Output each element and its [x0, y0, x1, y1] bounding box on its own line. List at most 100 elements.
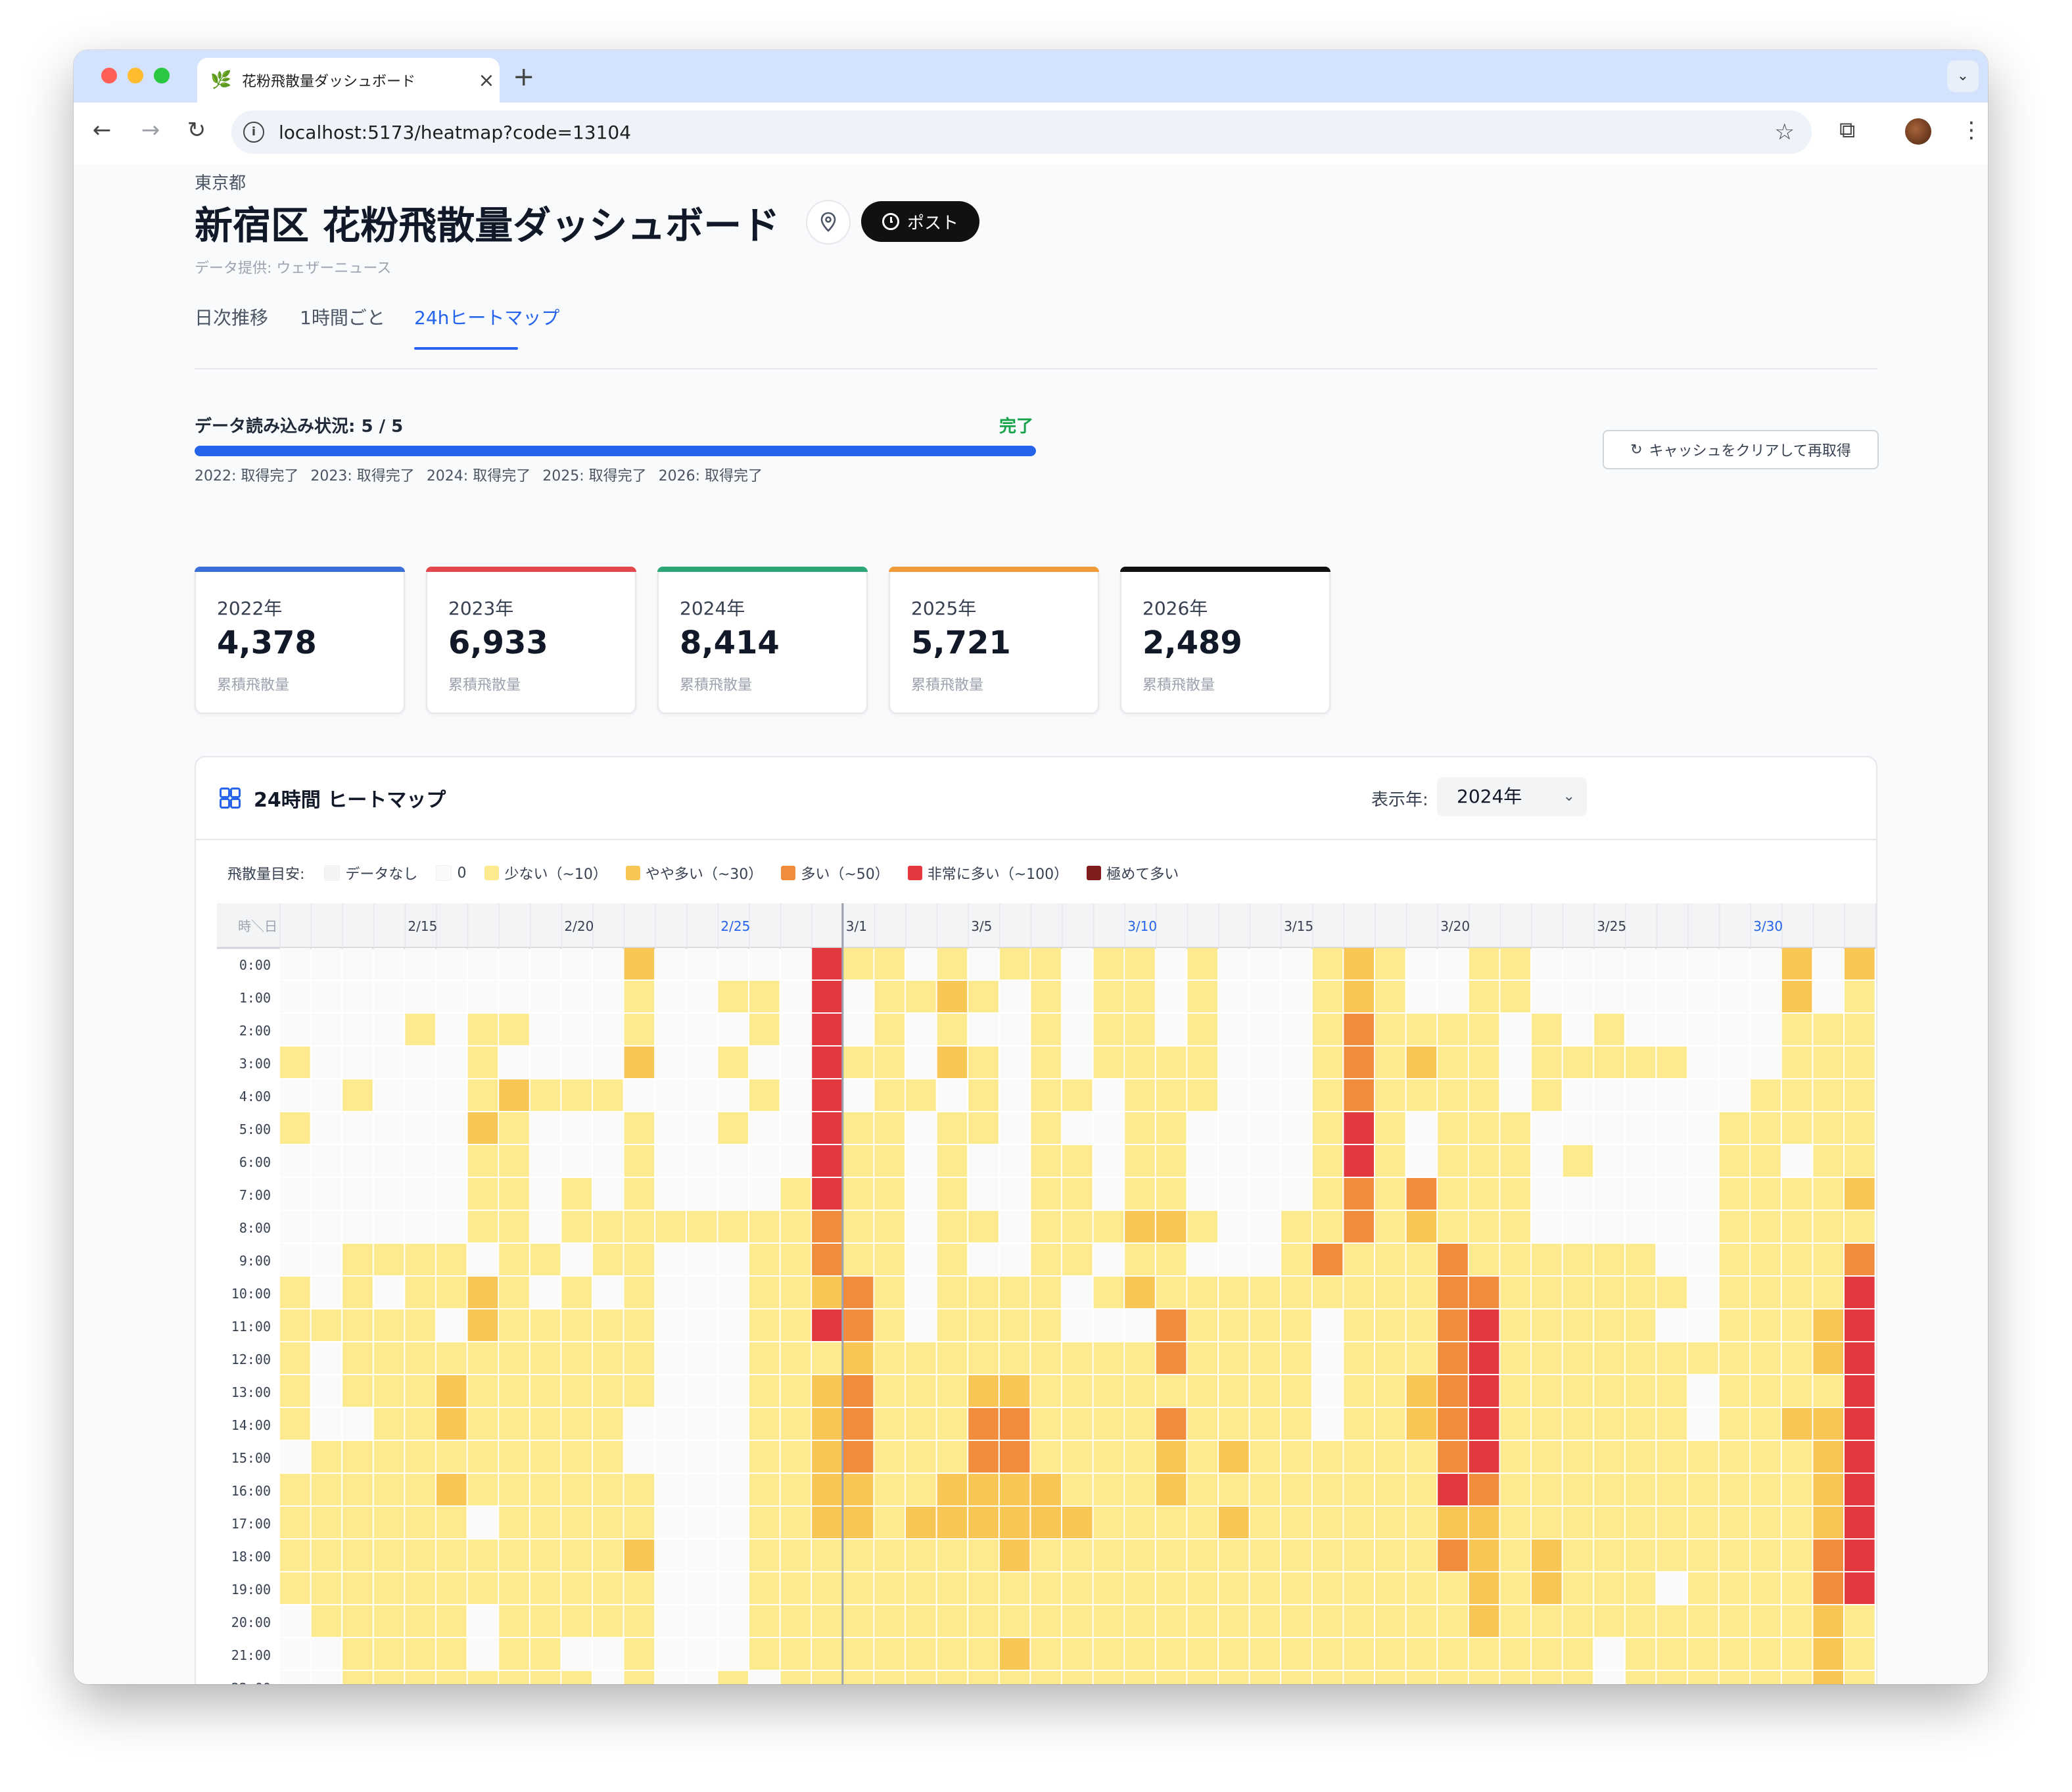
- reload-icon[interactable]: ↻: [180, 117, 213, 143]
- heatmap-cell: [906, 1112, 936, 1144]
- heatmap-cell: [1813, 1408, 1843, 1440]
- heatmap-cell: [1375, 1540, 1405, 1571]
- bookmark-star-icon[interactable]: ☆: [1775, 119, 1795, 145]
- heatmap-cell: [499, 1079, 529, 1111]
- heatmap-cell: [1781, 981, 1812, 1012]
- heatmap-cell: [499, 1309, 529, 1341]
- heatmap-cell: [1500, 1178, 1530, 1210]
- heatmap-cell: [280, 1079, 310, 1111]
- y-hour-label: 17:00: [231, 1516, 271, 1532]
- heatmap-cell: [999, 1540, 1030, 1571]
- heatmap-cell: [1438, 1047, 1468, 1078]
- heatmap-cell: [1406, 1342, 1437, 1374]
- heatmap-cell: [1469, 1145, 1499, 1177]
- heatmap-cell: [499, 1145, 529, 1177]
- heatmap-cell: [1625, 1211, 1656, 1242]
- heatmap-cell: [561, 1014, 592, 1045]
- tab-24h-heatmap[interactable]: 24hヒートマップ: [414, 304, 559, 330]
- minimize-window-icon[interactable]: [128, 68, 143, 83]
- heatmap-cell: [1406, 948, 1437, 979]
- heatmap-cell: [1688, 1145, 1718, 1177]
- heatmap-cell: [311, 1605, 342, 1637]
- heatmap-cell: [843, 1441, 874, 1473]
- heatmap-cell: [280, 1605, 310, 1637]
- heatmap-cell: [405, 1178, 435, 1210]
- heatmap-cell: [1125, 981, 1155, 1012]
- new-tab-icon[interactable]: +: [513, 62, 535, 92]
- heatmap-cell: [1500, 1342, 1530, 1374]
- heatmap-cell: [1375, 1408, 1405, 1440]
- heatmap-cell: [1563, 1047, 1593, 1078]
- heatmap-cell: [718, 1540, 748, 1571]
- heatmap-cell: [1062, 1112, 1093, 1144]
- heatmap-cell: [874, 1441, 905, 1473]
- avatar[interactable]: [1905, 118, 1931, 145]
- clear-cache-refetch-button[interactable]: ↻ キャッシュをクリアして再取得: [1603, 430, 1879, 469]
- heatmap-cell: [874, 1079, 905, 1111]
- menu-kebab-icon[interactable]: ⋮: [1960, 117, 1983, 143]
- heatmap-cell: [373, 1112, 404, 1144]
- heatmap-cell: [1062, 1671, 1093, 1684]
- heatmap-cell: [812, 1145, 842, 1177]
- heatmap-cell: [530, 1572, 561, 1604]
- tab-hourly[interactable]: 1時間ごと: [300, 304, 385, 330]
- heatmap-cell: [812, 1408, 842, 1440]
- heatmap-cell: [1281, 1342, 1311, 1374]
- location-button[interactable]: [806, 200, 851, 245]
- heatmap-cell: [968, 1178, 999, 1210]
- heatmap-cell: [1751, 981, 1781, 1012]
- heatmap-cell: [1438, 1572, 1468, 1604]
- heatmap-cell: [561, 1079, 592, 1111]
- heatmap-cell: [311, 1309, 342, 1341]
- heatmap-cell: [342, 1277, 373, 1308]
- heatmap-cell: [1781, 1309, 1812, 1341]
- site-info-icon[interactable]: i: [243, 122, 264, 143]
- post-button[interactable]: ポスト: [861, 201, 979, 242]
- forward-icon[interactable]: →: [134, 117, 167, 143]
- heatmap-cell: [1532, 1178, 1562, 1210]
- heatmap-cell: [686, 1277, 717, 1308]
- heatmap-cell: [906, 1507, 936, 1538]
- heatmap-cell: [373, 948, 404, 979]
- extensions-icon[interactable]: ⧉: [1839, 117, 1855, 143]
- heatmap-cell: [874, 981, 905, 1012]
- heatmap-cell: [405, 1408, 435, 1440]
- heatmap-cell: [561, 1309, 592, 1341]
- tab-search-icon[interactable]: ⌄: [1947, 60, 1979, 92]
- heatmap-cell: [1845, 1474, 1875, 1505]
- heatmap-cell: [467, 1309, 498, 1341]
- address-bar[interactable]: i localhost:5173/heatmap?code=13104 ☆: [231, 110, 1812, 154]
- year-status-item: 2024: 取得完了: [426, 468, 531, 484]
- heatmap-cell: [530, 1014, 561, 1045]
- heatmap-cell: [780, 1572, 811, 1604]
- x-tick-label: 3/1: [846, 918, 867, 934]
- heatmap-cell: [655, 1605, 686, 1637]
- url-text[interactable]: localhost:5173/heatmap?code=13104: [279, 122, 1775, 143]
- heatmap-cell: [1625, 1342, 1656, 1374]
- heatmap-cell: [686, 948, 717, 979]
- heatmap-cell: [530, 1342, 561, 1374]
- heatmap-cell: [1093, 981, 1124, 1012]
- heatmap-cell: [874, 1178, 905, 1210]
- close-tab-icon[interactable]: ×: [473, 69, 500, 92]
- tab-daily[interactable]: 日次推移: [195, 304, 268, 330]
- heatmap-cell: [1657, 1244, 1687, 1275]
- close-window-icon[interactable]: [101, 68, 117, 83]
- heatmap-cell: [593, 1145, 623, 1177]
- heatmap-cell: [1125, 1244, 1155, 1275]
- back-icon[interactable]: ←: [85, 117, 118, 143]
- heatmap-cell: [1469, 948, 1499, 979]
- heatmap-cell: [655, 1572, 686, 1604]
- heatmap-cell: [1219, 1342, 1249, 1374]
- heatmap-cell: [1845, 1540, 1875, 1571]
- maximize-window-icon[interactable]: [154, 68, 170, 83]
- heatmap-cell: [1813, 1441, 1843, 1473]
- heatmap-cell: [1688, 1671, 1718, 1684]
- heatmap-cell: [1594, 1047, 1624, 1078]
- heatmap-cell: [1845, 1507, 1875, 1538]
- heatmap-cell: [1438, 1474, 1468, 1505]
- heatmap-cell: [749, 1342, 780, 1374]
- heatmap-cell: [405, 1441, 435, 1473]
- heatmap-cell: [1062, 948, 1093, 979]
- browser-tab[interactable]: 🌿 花粉飛散量ダッシュボード ×: [197, 58, 500, 103]
